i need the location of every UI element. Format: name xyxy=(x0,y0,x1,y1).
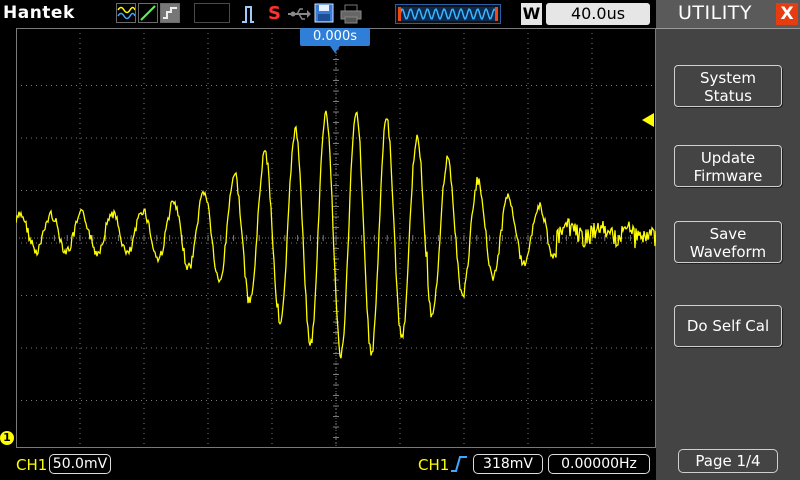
page-indicator-button[interactable]: Page 1/4 xyxy=(678,449,778,473)
acquire-icon[interactable] xyxy=(160,3,180,23)
menu-title: UTILITY xyxy=(678,2,753,24)
button-line: System xyxy=(700,69,756,87)
memory-depth-bar xyxy=(395,4,501,24)
system-status-button[interactable]: System Status xyxy=(674,65,782,107)
wave-mode-icon[interactable] xyxy=(116,3,136,23)
update-firmware-button[interactable]: Update Firmware xyxy=(674,145,782,187)
waveform-grid xyxy=(16,28,656,448)
status-slot xyxy=(194,3,230,23)
close-icon[interactable]: X xyxy=(776,3,798,25)
timebase-readout[interactable]: 40.0us xyxy=(546,3,650,25)
ch1-label: CH1 xyxy=(16,456,48,474)
self-cal-button[interactable]: Do Self Cal xyxy=(674,305,782,347)
trigger-time-label[interactable]: 0.000s xyxy=(300,28,370,46)
rising-edge-icon[interactable] xyxy=(450,454,468,474)
waveform-screen[interactable] xyxy=(16,28,656,448)
button-line: Save xyxy=(709,225,747,243)
graticule xyxy=(16,28,656,448)
usb-icon xyxy=(287,6,311,22)
run-icon[interactable] xyxy=(241,5,263,23)
button-line: Update xyxy=(700,149,756,167)
trigger-level-marker[interactable] xyxy=(642,113,654,127)
brand-logo: Hantek xyxy=(3,3,75,23)
top-toolbar: Hantek S W 40.0us xyxy=(0,0,656,28)
mode-w-indicator[interactable]: W xyxy=(521,3,542,25)
button-line: Waveform xyxy=(689,243,767,261)
utility-menu: UTILITY X System Status Update Firmware … xyxy=(656,0,800,480)
trigger-level[interactable]: 318mV xyxy=(473,454,543,474)
button-line: Firmware xyxy=(693,167,763,185)
trigger-position-pointer xyxy=(330,46,340,53)
button-line: Status xyxy=(704,87,752,105)
print-icon[interactable] xyxy=(340,4,362,24)
save-disk-icon[interactable] xyxy=(314,3,334,23)
status-bar: CH1 50.0mV CH1 318mV 0.00000Hz xyxy=(0,448,656,480)
ch1-scale[interactable]: 50.0mV xyxy=(49,454,111,474)
trigger-source-label: CH1 xyxy=(418,456,450,474)
menu-title-bar: UTILITY X xyxy=(656,0,800,29)
button-line: Do Self Cal xyxy=(686,317,770,335)
frequency-readout: 0.00000Hz xyxy=(548,454,650,474)
ch1-ground-marker[interactable]: 1 xyxy=(0,431,14,445)
save-waveform-button[interactable]: Save Waveform xyxy=(674,221,782,263)
stop-s-icon[interactable]: S xyxy=(268,3,281,24)
ramp-icon[interactable] xyxy=(138,3,158,23)
ch1-trace xyxy=(16,110,656,359)
